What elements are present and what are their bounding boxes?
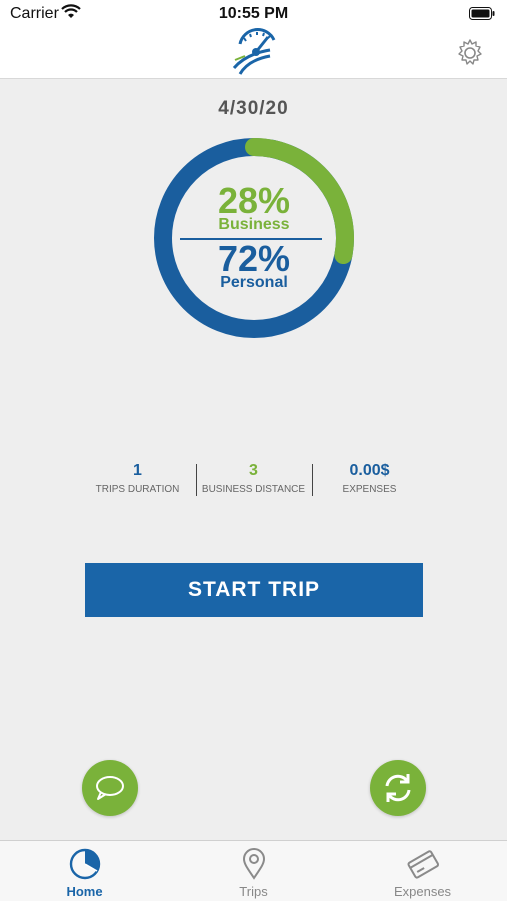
stat-label: TRIPS DURATION	[95, 484, 180, 495]
trip-stats: 1 TRIPS DURATION 3 BUSINESS DISTANCE 0.0…	[80, 462, 426, 496]
map-pin-icon	[242, 848, 266, 880]
gear-icon[interactable]	[455, 38, 485, 73]
business-label: Business	[218, 216, 290, 233]
stat-label: EXPENSES	[342, 484, 397, 495]
chat-bubble-icon	[96, 776, 124, 800]
stat-business-distance: 3 BUSINESS DISTANCE	[196, 462, 311, 495]
clock: 10:55 PM	[218, 5, 289, 22]
speedometer-logo-icon	[226, 24, 282, 83]
start-trip-button[interactable]: START TRIP	[85, 563, 423, 617]
stat-value: 0.00$	[349, 462, 390, 479]
stat-label: BUSINESS DISTANCE	[201, 484, 306, 495]
tab-expenses[interactable]: Expenses	[338, 841, 507, 901]
tab-bar: Home Trips Expenses	[0, 840, 507, 901]
stat-expenses: 0.00$ EXPENSES	[312, 462, 427, 495]
personal-label: Personal	[220, 274, 288, 291]
pie-chart-icon	[69, 848, 101, 880]
stat-value: 3	[249, 462, 258, 479]
app-header	[0, 28, 507, 79]
credit-card-icon	[407, 850, 440, 879]
stat-trips-duration: 1 TRIPS DURATION	[80, 462, 195, 495]
tab-label: Home	[66, 884, 103, 899]
sync-button[interactable]	[370, 760, 426, 816]
tab-label: Trips	[239, 884, 268, 899]
refresh-icon	[385, 774, 411, 802]
battery-icon	[469, 7, 495, 25]
chat-button[interactable]	[82, 760, 138, 816]
tab-home[interactable]: Home	[0, 841, 169, 901]
tab-label: Expenses	[393, 884, 452, 899]
tab-trips[interactable]: Trips	[169, 841, 338, 901]
stat-value: 1	[133, 462, 142, 479]
date-label: 4/30/20	[218, 98, 289, 119]
